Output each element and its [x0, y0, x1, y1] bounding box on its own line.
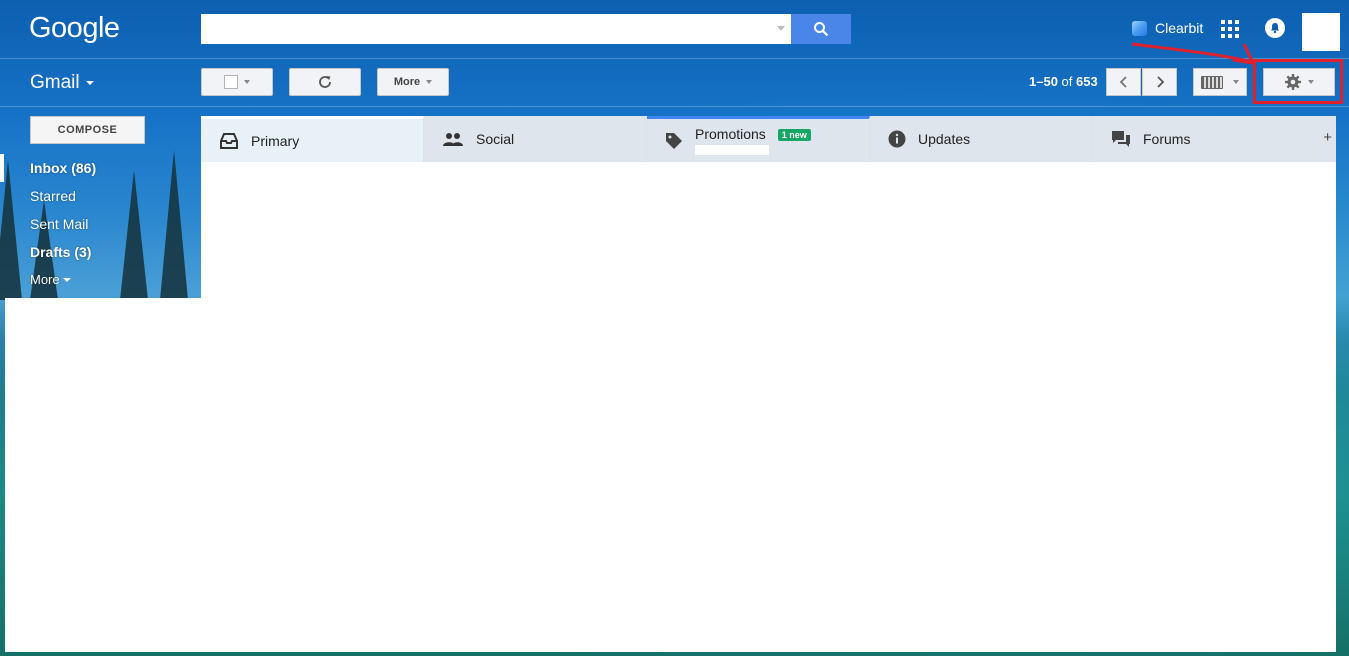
new-count-badge: 1 new	[777, 129, 811, 142]
select-all-checkbox[interactable]	[224, 75, 238, 89]
category-tabs: Primary Social Promotions 1 new Updates	[201, 116, 1336, 162]
page-total: 653	[1076, 74, 1098, 89]
sidebar-item-sent-mail[interactable]: Sent Mail	[0, 210, 200, 238]
sidebar-item-inbox[interactable]: Inbox (86)	[0, 154, 200, 182]
promotions-title-row: Promotions 1 new	[695, 126, 811, 142]
search-box[interactable]	[201, 14, 791, 44]
chat-bubbles-icon	[1112, 131, 1130, 147]
newer-page-button[interactable]	[1106, 68, 1141, 96]
page-of: of	[1061, 74, 1073, 89]
tab-primary-label: Primary	[251, 132, 300, 149]
select-checkbox-button[interactable]	[201, 68, 273, 96]
promotions-preview-bar	[695, 145, 769, 155]
chevron-down-icon	[62, 278, 71, 282]
older-page-button[interactable]	[1142, 68, 1177, 96]
keyboard-icon	[1201, 75, 1223, 89]
bell-glyph-icon	[1271, 23, 1279, 34]
message-list-area	[201, 162, 1336, 652]
compose-button[interactable]: COMPOSE	[30, 116, 145, 144]
tab-primary[interactable]: Primary	[201, 116, 424, 162]
tab-updates[interactable]: Updates	[870, 116, 1093, 162]
people-icon	[443, 133, 463, 146]
google-logo[interactable]: Google	[29, 12, 120, 45]
notifications-bell-icon[interactable]	[1265, 18, 1285, 38]
chevron-down-icon	[426, 80, 433, 84]
search-icon	[814, 22, 829, 37]
chevron-left-icon	[1119, 76, 1127, 88]
clearbit-icon	[1132, 20, 1147, 36]
info-icon	[888, 130, 906, 148]
sidebar-item-starred[interactable]: Starred	[0, 182, 200, 210]
search-button[interactable]	[791, 14, 851, 44]
search-input[interactable]	[207, 14, 771, 44]
sidebar-item-more[interactable]: More	[0, 266, 200, 294]
toolbar-divider	[0, 106, 1349, 107]
tab-updates-label: Updates	[918, 131, 971, 147]
pagination-count: 1–50 of 653	[1029, 74, 1098, 89]
sidebar-more-label: More	[30, 272, 60, 287]
tab-forums-label: Forums	[1143, 131, 1191, 147]
refresh-button[interactable]	[289, 68, 361, 96]
sidebar-item-drafts[interactable]: Drafts (3)	[0, 238, 200, 266]
refresh-icon	[319, 76, 331, 88]
tab-social-label: Social	[476, 131, 515, 147]
settings-highlight-box	[1253, 59, 1343, 104]
tag-icon	[666, 132, 682, 149]
more-actions-button[interactable]: More	[377, 68, 449, 96]
input-tools-button[interactable]	[1193, 68, 1247, 96]
clearbit-extension[interactable]: Clearbit	[1132, 20, 1203, 36]
add-tab-button[interactable]: +	[1323, 129, 1332, 146]
more-actions-label: More	[393, 76, 421, 88]
sidebar-blank-panel	[5, 298, 201, 652]
chevron-right-icon	[1156, 76, 1164, 88]
tab-promotions-label: Promotions	[695, 126, 766, 142]
tab-forums[interactable]: Forums +	[1093, 116, 1336, 162]
gmail-label: Gmail	[30, 72, 80, 93]
gmail-app-switcher[interactable]: Gmail	[30, 72, 94, 94]
search-options-caret-icon[interactable]	[777, 26, 785, 31]
account-avatar[interactable]	[1302, 13, 1340, 51]
tab-social[interactable]: Social	[424, 116, 647, 162]
chevron-down-icon	[244, 80, 250, 84]
page-range: 1–50	[1029, 74, 1058, 89]
chevron-down-icon	[1233, 80, 1239, 84]
chevron-down-icon	[85, 81, 94, 85]
apps-grid-icon[interactable]	[1221, 20, 1239, 38]
sidebar-nav: Inbox (86) Starred Sent Mail Drafts (3) …	[0, 154, 200, 294]
clearbit-label: Clearbit	[1155, 20, 1204, 36]
header-divider	[0, 58, 1349, 59]
tab-promotions[interactable]: Promotions 1 new	[647, 116, 870, 162]
inbox-icon	[220, 132, 238, 149]
promotions-text: Promotions 1 new	[695, 126, 811, 155]
